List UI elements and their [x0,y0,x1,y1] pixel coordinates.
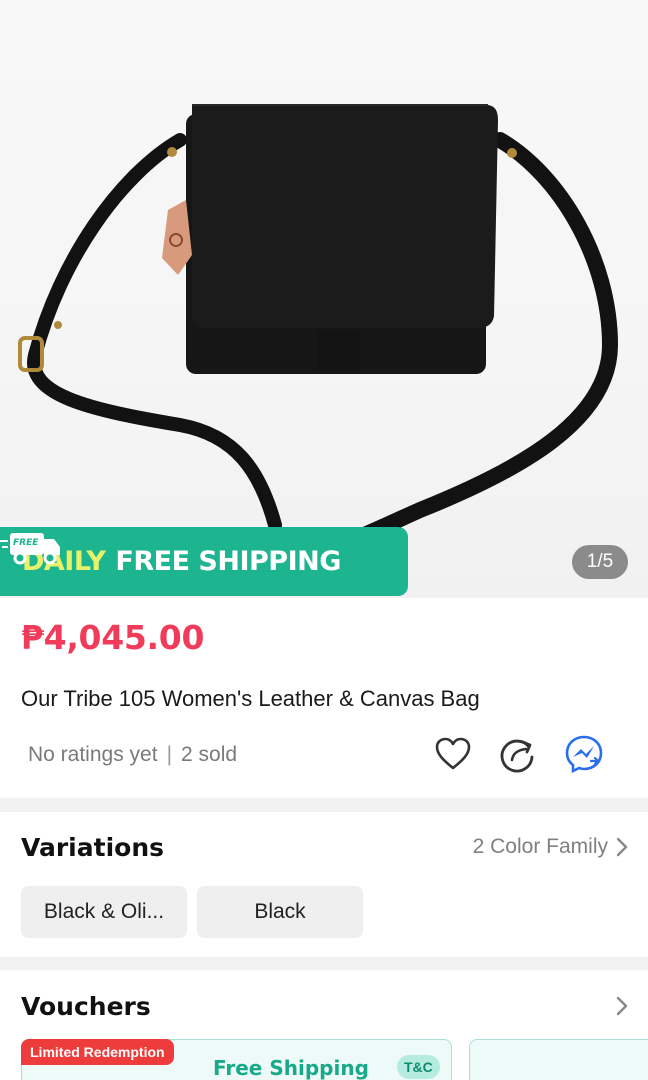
variations-section: Variations 2 Color Family Black & Oli...… [0,812,648,957]
chevron-right-icon [616,996,628,1016]
meta-separator: | [166,743,173,766]
share-button[interactable] [498,734,538,774]
messenger-button[interactable] [564,734,604,774]
heart-icon [435,737,471,770]
free-shipping-truck-icon: FREE [0,533,60,565]
voucher-card[interactable] [469,1039,648,1080]
daily-free-shipping-banner: FREE DAILY FREE SHIPPING [0,527,408,596]
product-image [18,104,619,568]
variation-option[interactable]: Black & Oli... [21,886,187,938]
product-title: Our Tribe 105 Women's Leather & Canvas B… [21,686,480,711]
ratings-text[interactable]: No ratings yet [28,743,158,767]
messenger-icon [565,735,603,774]
banner-free-shipping-text: FREE SHIPPING [115,546,341,577]
product-image-carousel[interactable]: FREE DAILY FREE SHIPPING 1/5 [0,0,648,598]
product-meta: No ratings yet | 2 sold [28,743,237,767]
color-family-label: 2 Color Family [472,835,608,858]
image-counter: 1/5 [572,545,628,579]
vouchers-title: Vouchers [21,992,151,1021]
voucher-label: Free Shipping [213,1056,369,1080]
wishlist-button[interactable] [433,734,473,774]
truck-label: FREE [13,538,39,548]
limited-redemption-badge: Limited Redemption [21,1039,174,1065]
sold-count: 2 sold [181,743,238,766]
chevron-right-icon [616,837,628,857]
share-icon [500,739,534,773]
product-page: FREE DAILY FREE SHIPPING 1/5 ₱4,045.00 O… [0,0,648,1080]
product-info-card: ₱4,045.00 Our Tribe 105 Women's Leather … [0,598,648,798]
variations-title: Variations [21,833,164,862]
color-family-link[interactable]: 2 Color Family [473,835,628,859]
voucher-tc-badge[interactable]: T&C [397,1055,440,1079]
product-price: ₱4,045.00 [21,618,205,657]
variation-option[interactable]: Black [197,886,363,938]
vouchers-chevron-button[interactable] [616,996,628,1021]
